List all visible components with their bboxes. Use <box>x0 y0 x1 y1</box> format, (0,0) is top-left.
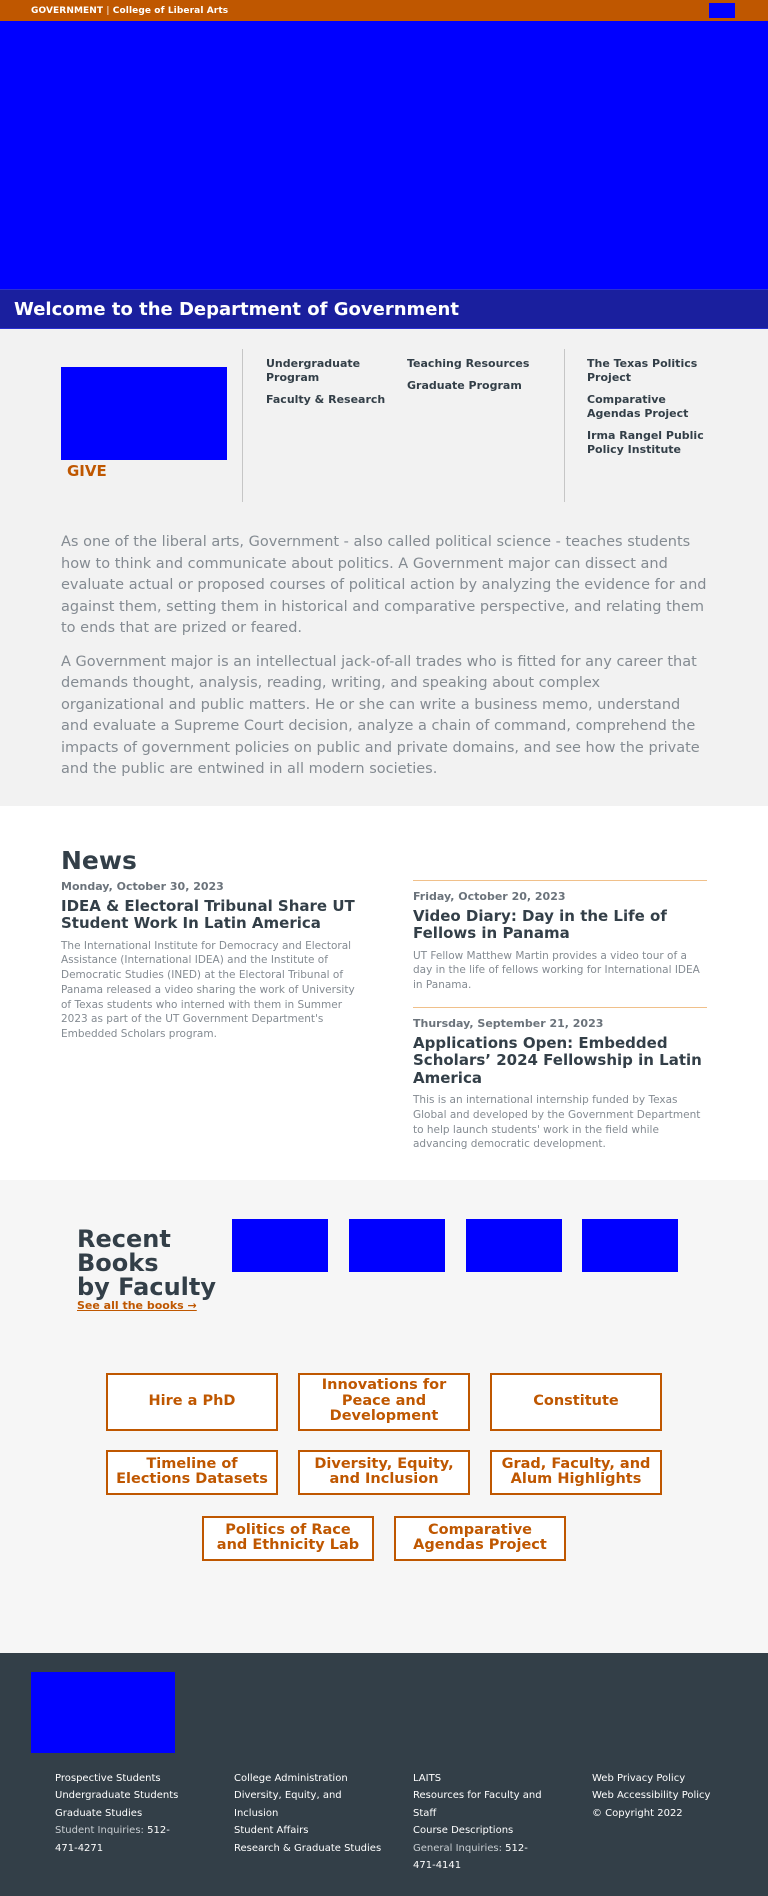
footer-link[interactable]: Course Descriptions <box>413 1822 548 1840</box>
recent-books-section: Recent Books by Faculty See all the book… <box>0 1179 768 1353</box>
college-name: College of Liberal Arts <box>112 5 229 16</box>
comparative-agendas-button[interactable]: Comparative Agendas Project <box>394 1515 566 1561</box>
book-cover[interactable] <box>582 1218 678 1272</box>
book-cover[interactable] <box>232 1218 328 1272</box>
menu-button[interactable] <box>709 3 735 18</box>
divider <box>242 349 243 502</box>
title-separator: | <box>106 5 110 16</box>
race-ethnicity-lab-button[interactable]: Politics of Race and Ethnicity Lab <box>202 1515 374 1561</box>
news-article: Friday, October 20, 2023 Video Diary: Da… <box>413 890 708 993</box>
article-summary: This is an international internship fund… <box>413 1094 701 1151</box>
quick-links: GIVE Undergraduate Program Faculty & Res… <box>0 329 768 520</box>
intro-section: As one of the liberal arts, Government -… <box>0 520 768 806</box>
intro-paragraph: As one of the liberal arts, Government -… <box>61 534 707 636</box>
book-cover[interactable] <box>349 1218 445 1272</box>
article-title-link[interactable]: Video Diary: Day in the Life of Fellows … <box>413 907 708 943</box>
footer-link[interactable]: Web Accessibility Policy <box>592 1787 752 1805</box>
diversity-equity-inclusion-button[interactable]: Diversity, Equity, and Inclusion <box>298 1449 470 1495</box>
news-article: Monday, October 30, 2023 IDEA & Electora… <box>61 880 356 1043</box>
news-section: News Monday, October 30, 2023 IDEA & Ele… <box>0 805 768 1180</box>
welcome-banner: Welcome to the Department of Government <box>0 289 768 329</box>
footer-column-1: Prospective Students Undergraduate Stude… <box>55 1770 190 1858</box>
page-title: Welcome to the Department of Government <box>14 298 459 320</box>
site-footer: Prospective Students Undergraduate Stude… <box>0 1652 768 1896</box>
footer-column-4: Web Privacy Policy Web Accessibility Pol… <box>592 1770 752 1823</box>
link-irma-rangel-institute[interactable]: Irma Rangel Public Policy Institute <box>587 429 717 457</box>
article-summary: UT Fellow Matthew Martin provides a vide… <box>413 949 700 992</box>
footer-link[interactable]: Undergraduate Students <box>55 1787 190 1805</box>
footer-link[interactable]: Resources for Faculty and Staff <box>413 1787 548 1822</box>
article-title-link[interactable]: Applications Open: Embedded Scholars’ 20… <box>413 1034 708 1088</box>
footer-link[interactable]: Research & Graduate Studies <box>234 1840 384 1858</box>
constitute-button[interactable]: Constitute <box>490 1372 662 1431</box>
top-bar: GOVERNMENT | College of Liberal Arts <box>0 0 768 21</box>
link-graduate-program[interactable]: Graduate Program <box>407 379 557 393</box>
article-date: Monday, October 30, 2023 <box>61 879 224 893</box>
article-summary: The International Institute for Democrac… <box>61 939 355 1041</box>
article-date: Friday, October 20, 2023 <box>413 889 566 903</box>
books-heading-line: Recent <box>77 1224 171 1253</box>
hero-image <box>0 21 768 289</box>
site-title-link[interactable]: GOVERNMENT | College of Liberal Arts <box>31 6 228 16</box>
book-cover[interactable] <box>466 1218 562 1272</box>
elections-datasets-button[interactable]: Timeline of Elections Datasets <box>106 1449 278 1495</box>
divider <box>564 349 565 502</box>
dept-name: GOVERNMENT <box>31 5 104 16</box>
footer-link[interactable]: Graduate Studies <box>55 1805 190 1823</box>
footer-link[interactable]: Prospective Students <box>55 1770 190 1788</box>
quick-links-column-1: Undergraduate Program Faculty & Research <box>266 357 391 415</box>
footer-column-3: LAITS Resources for Faculty and Staff Co… <box>413 1770 548 1875</box>
copyright: © Copyright 2022 <box>592 1807 683 1819</box>
divider <box>413 1006 707 1008</box>
footer-link[interactable]: Web Privacy Policy <box>592 1770 752 1788</box>
news-article: Thursday, September 21, 2023 Application… <box>413 1017 708 1153</box>
footer-link[interactable]: LAITS <box>413 1770 548 1788</box>
general-inquiries: General Inquiries: 512-471-4141 <box>413 1840 548 1875</box>
footer-link[interactable]: Diversity, Equity, and Inclusion <box>234 1787 349 1822</box>
books-heading: Recent Books by Faculty <box>77 1227 216 1299</box>
link-comparative-agendas-project[interactable]: Comparative Agendas Project <box>587 393 717 421</box>
alum-highlights-button[interactable]: Grad, Faculty, and Alum Highlights <box>490 1449 662 1495</box>
books-heading-line: Books <box>77 1248 159 1277</box>
books-heading-line: by Faculty <box>77 1272 217 1301</box>
quick-links-column-3: The Texas Politics Project Comparative A… <box>587 357 717 465</box>
give-link[interactable]: GIVE <box>67 462 107 480</box>
footer-column-2: College Administration Diversity, Equity… <box>234 1770 384 1858</box>
quick-links-column-2: Teaching Resources Graduate Program <box>407 357 557 401</box>
news-heading: News <box>61 845 137 875</box>
innovations-peace-development-button[interactable]: Innovations for Peace and Development <box>298 1372 470 1431</box>
program-links: Hire a PhD Innovations for Peace and Dev… <box>0 1352 768 1653</box>
intro-paragraph: A Government major is an intellectual ja… <box>61 653 700 778</box>
phone-label: Student Inquiries: <box>55 1825 144 1836</box>
divider <box>413 879 707 881</box>
link-texas-politics-project[interactable]: The Texas Politics Project <box>587 357 717 385</box>
footer-link[interactable]: Student Affairs <box>234 1822 384 1840</box>
footer-logo[interactable] <box>31 1671 175 1753</box>
link-undergraduate-program[interactable]: Undergraduate Program <box>266 357 391 385</box>
link-faculty-research[interactable]: Faculty & Research <box>266 393 391 407</box>
see-all-books-link[interactable]: See all the books → <box>77 1299 197 1312</box>
hire-a-phd-button[interactable]: Hire a PhD <box>106 1372 278 1431</box>
give-image-link[interactable] <box>61 367 227 460</box>
footer-link[interactable]: College Administration <box>234 1770 384 1788</box>
link-teaching-resources[interactable]: Teaching Resources <box>407 357 557 371</box>
article-date: Thursday, September 21, 2023 <box>413 1016 604 1030</box>
article-title-link[interactable]: IDEA & Electoral Tribunal Share UT Stude… <box>61 897 356 933</box>
